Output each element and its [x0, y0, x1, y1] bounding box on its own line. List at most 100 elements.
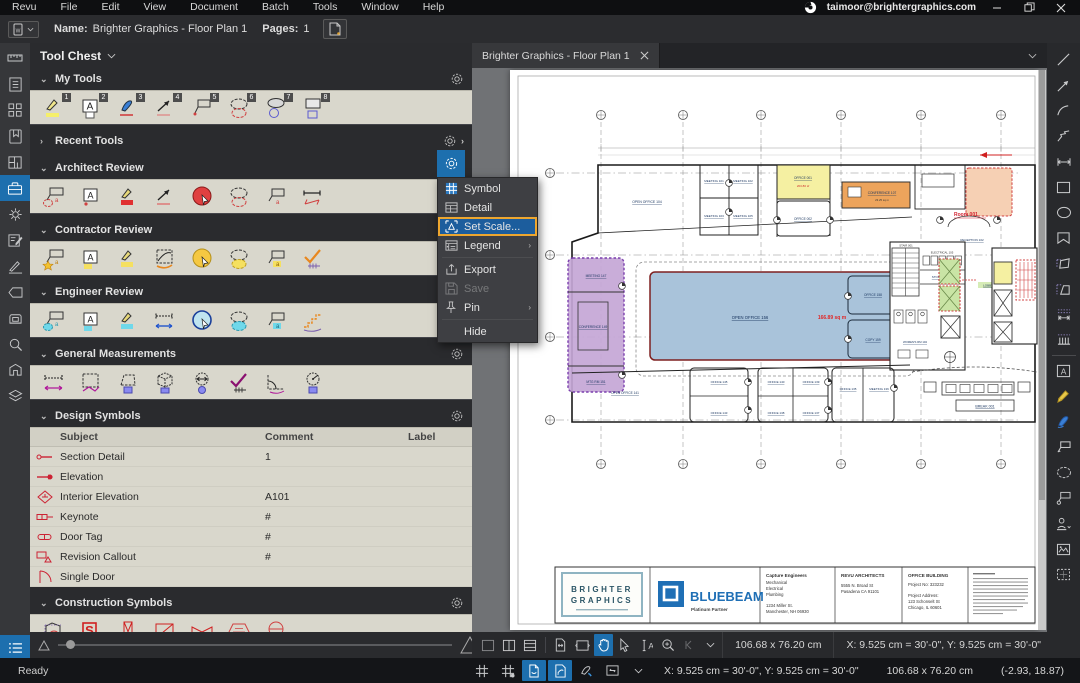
menu-document[interactable]: Document [178, 0, 250, 15]
table-row-single-door[interactable]: Single Door [30, 567, 472, 587]
area-measurement-label[interactable]: 166.89 sq m [818, 315, 847, 321]
arrow-tool-icon[interactable] [1047, 73, 1080, 99]
account-email[interactable]: taimoor@brightergraphics.com [827, 2, 976, 13]
polygon-tool-icon[interactable] [1047, 226, 1080, 252]
tool-arrow[interactable]: 4 [151, 95, 179, 121]
cloud-tool-icon[interactable] [1047, 460, 1080, 486]
measurements-panel-icon[interactable] [0, 45, 30, 71]
menu-item-hide[interactable]: Hide [438, 322, 537, 341]
cloud-callout-tool-icon[interactable] [1047, 486, 1080, 512]
section-general-measurements[interactable]: ⌄ General Measurements [30, 343, 472, 365]
tool-measure-polyline[interactable] [77, 370, 105, 396]
menu-file[interactable]: File [49, 0, 90, 15]
file-access-panel-icon[interactable] [0, 71, 30, 97]
single-page-view-icon[interactable] [478, 634, 497, 656]
document-workspace[interactable]: OPEN OFFICE 104 MEETING 101 MEETING 102 … [472, 68, 1047, 632]
col-comment[interactable]: Comment [265, 431, 408, 443]
tool-circle-red[interactable] [188, 184, 216, 210]
section-recent-tools[interactable]: › Recent Tools › [30, 130, 472, 152]
section-architect-review[interactable]: ⌄ Architect Review [30, 157, 472, 179]
page-setup-button[interactable] [323, 19, 347, 39]
vertical-scrollbar[interactable] [1038, 70, 1046, 630]
menu-edit[interactable]: Edit [89, 0, 131, 15]
tool-measure-angle[interactable] [262, 370, 290, 396]
col-subject[interactable]: Subject [60, 431, 265, 443]
tool-scale-slider[interactable] [58, 644, 452, 646]
menu-item-export[interactable]: Export [438, 260, 537, 279]
measure-hatch-tool-icon[interactable] [1047, 328, 1080, 354]
tool-dimension-red[interactable] [299, 184, 327, 210]
section-contractor-review[interactable]: ⌄ Contractor Review [30, 219, 472, 241]
col-label[interactable]: Label [408, 431, 468, 443]
tool-ellipse[interactable]: 7 [262, 95, 290, 121]
tool-circle-yellow[interactable] [188, 246, 216, 272]
tool-rectangle[interactable]: 8 [299, 95, 327, 121]
minimize-button[interactable] [986, 1, 1008, 14]
stamp-tool-icon[interactable] [1047, 511, 1080, 537]
tool-arrow-red[interactable] [151, 184, 179, 210]
markup-list-toggle-icon[interactable] [0, 635, 30, 660]
tool-cloud-callout-yellow[interactable]: a [40, 246, 68, 272]
text-tool-icon[interactable]: A [1047, 358, 1080, 384]
tool-text-box-red[interactable]: A [77, 184, 105, 210]
tool-cloud-callout-red[interactable]: a [40, 184, 68, 210]
yellow-cell-highlight[interactable] [994, 262, 1012, 284]
tool-chest-panel-icon[interactable] [0, 175, 30, 201]
scrollbar-thumb[interactable] [1039, 70, 1045, 500]
markups-list-panel-icon[interactable] [0, 227, 30, 253]
text-select-tool-icon[interactable]: A [637, 634, 656, 656]
menu-view[interactable]: View [132, 0, 179, 15]
menu-item-set-scale[interactable]: Set Scale... [438, 217, 537, 236]
tool-highlighter-yellow[interactable] [114, 246, 142, 272]
arc-tool-icon[interactable] [1047, 98, 1080, 124]
measurements-gear-icon[interactable] [450, 347, 464, 361]
bookmarks-panel-icon[interactable] [0, 123, 30, 149]
tool-highlighter-red[interactable] [114, 184, 142, 210]
section-engineer-review[interactable]: ⌄ Engineer Review [30, 281, 472, 303]
highlighter-tool-icon[interactable] [1047, 384, 1080, 410]
tool-callout[interactable]: 5 [188, 95, 216, 121]
line-tool-icon[interactable] [1047, 47, 1080, 73]
chevron-right-icon[interactable]: › [461, 136, 464, 146]
polyline-tool-icon[interactable] [1047, 124, 1080, 150]
document-snap-icon[interactable] [522, 660, 546, 681]
grid-toggle-icon[interactable] [470, 660, 494, 681]
menu-help[interactable]: Help [411, 0, 457, 15]
snapshot-tool-icon[interactable] [1047, 562, 1080, 588]
blue-open-office[interactable]: OPEN OFFICE 156 166.89 sq m OFFICE 158 C… [650, 272, 900, 360]
tool-callout-red[interactable]: a [262, 184, 290, 210]
tool-pen[interactable]: 3 [114, 95, 142, 121]
measure-area-tool-icon[interactable] [1047, 277, 1080, 303]
my-tools-gear-icon[interactable] [450, 72, 464, 86]
tool-cloud-cyan[interactable] [225, 308, 253, 334]
tool-stairs-orange[interactable] [299, 308, 327, 334]
snap-toggle-icon[interactable] [496, 660, 520, 681]
close-icon[interactable] [640, 51, 649, 60]
menu-revu[interactable]: Revu [0, 0, 49, 15]
callout-tool-icon[interactable] [1047, 435, 1080, 461]
tool-text-box-yellow[interactable]: A [77, 246, 105, 272]
layers-panel-icon[interactable] [0, 383, 30, 409]
tool-text-box-cyan[interactable]: A [77, 308, 105, 334]
search-panel-icon[interactable] [0, 331, 30, 357]
architect-review-gear-button[interactable] [437, 150, 465, 177]
split-horizontal-icon[interactable] [521, 634, 540, 656]
pen-tool-icon[interactable] [1047, 409, 1080, 435]
menu-tools[interactable]: Tools [301, 0, 350, 15]
tab-list-chevron-icon[interactable] [1028, 53, 1047, 59]
document-selector[interactable]: W [8, 21, 39, 38]
tool-highlighter[interactable]: 1 [40, 95, 68, 121]
spaces-panel-icon[interactable] [0, 279, 30, 305]
tool-circle-blue[interactable] [188, 308, 216, 334]
tool-cloud-callout-cyan[interactable]: a [40, 308, 68, 334]
toolbar-more-chevron-icon[interactable] [701, 634, 720, 656]
tool-cloud-yellow[interactable] [225, 246, 253, 272]
status-chevron-icon[interactable] [626, 660, 650, 681]
recent-tools-gear-icon[interactable]: › [443, 134, 464, 148]
fit-page-icon[interactable] [551, 634, 570, 656]
room-001-label[interactable]: Room 001 [954, 212, 978, 218]
menu-item-pin[interactable]: Pin › [438, 298, 537, 317]
pan-tool-icon[interactable] [594, 634, 613, 656]
table-row-interior-elevation[interactable]: Interior Elevation A101 [30, 487, 472, 507]
table-row-revision-callout[interactable]: Revision Callout # [30, 547, 472, 567]
